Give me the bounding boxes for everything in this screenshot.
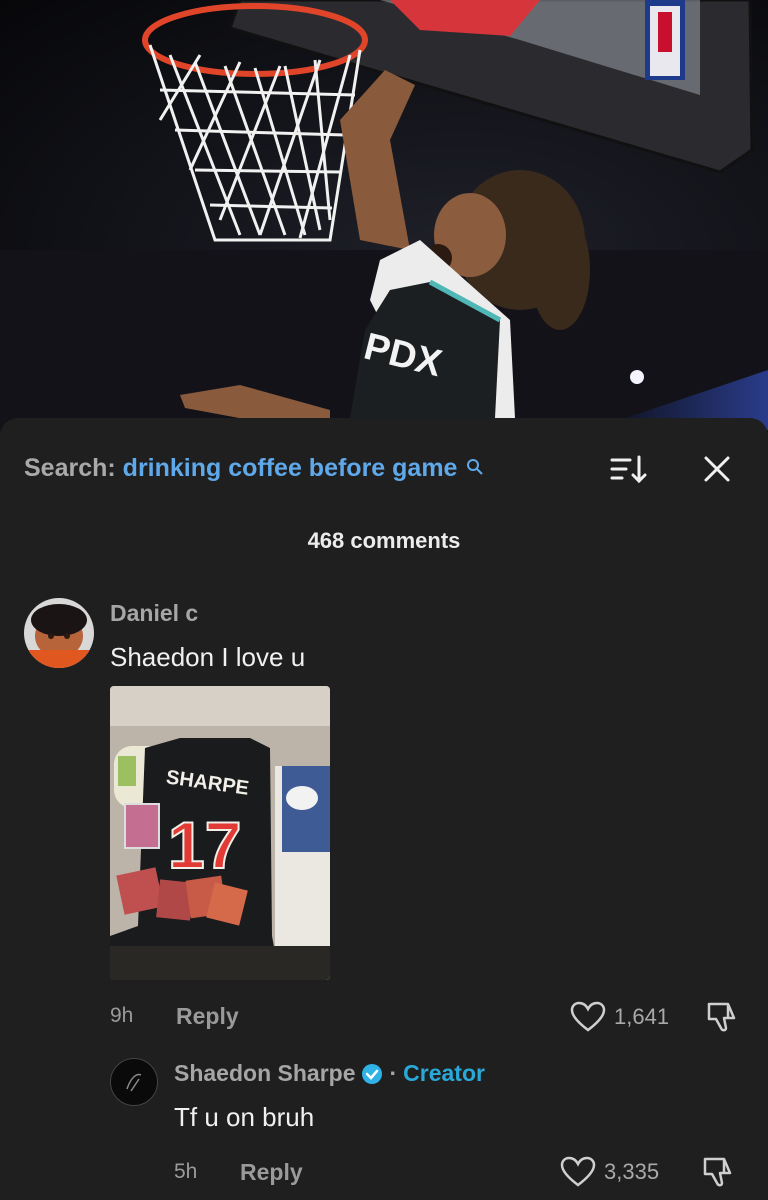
reply-button[interactable]: Reply <box>240 1159 303 1186</box>
dislike-icon[interactable] <box>704 1000 738 1034</box>
sort-icon[interactable] <box>608 452 648 488</box>
dislike-icon[interactable] <box>700 1155 734 1189</box>
search-label: Search: <box>24 454 116 482</box>
comment-text: Shaedon I love u <box>110 642 306 672</box>
heart-icon <box>560 1156 596 1187</box>
like-button[interactable]: 1,641 <box>570 1000 669 1034</box>
reply-button[interactable]: Reply <box>176 1003 239 1030</box>
creator-avatar[interactable] <box>110 1058 158 1106</box>
comment-author[interactable]: Shaedon Sharpe <box>174 1060 355 1087</box>
verified-icon <box>362 1063 383 1084</box>
comment-count: 468 comments <box>307 528 461 553</box>
separator-dot: · <box>389 1060 398 1086</box>
comment-author[interactable]: Daniel c <box>110 600 198 627</box>
comment-time: 5h <box>174 1160 198 1183</box>
search-bar[interactable]: Search: drinking coffee before game <box>24 454 484 484</box>
creator-badge: Creator <box>403 1060 485 1086</box>
creator-header: Shaedon Sharpe · Creator <box>174 1060 485 1087</box>
like-button[interactable]: 3,335 <box>560 1155 659 1189</box>
heart-icon <box>570 1001 606 1032</box>
search-term-link[interactable]: drinking coffee before game <box>123 454 458 482</box>
like-count: 3,335 <box>604 1159 660 1184</box>
video-frame: PDX <box>0 0 768 430</box>
like-count: 1,641 <box>614 1004 670 1029</box>
comment-time: 9h <box>110 1004 134 1027</box>
search-icon[interactable] <box>466 454 484 483</box>
comment-image[interactable]: SHARPE 17 <box>110 686 330 980</box>
comment-text: Tf u on bruh <box>174 1102 315 1132</box>
comments-sheet: Search: drinking coffee before game 468 … <box>0 418 768 1200</box>
svg-text:17: 17 <box>168 808 241 882</box>
close-icon[interactable] <box>700 452 734 486</box>
avatar[interactable] <box>24 598 94 668</box>
video-player[interactable]: PDX <box>0 0 768 430</box>
